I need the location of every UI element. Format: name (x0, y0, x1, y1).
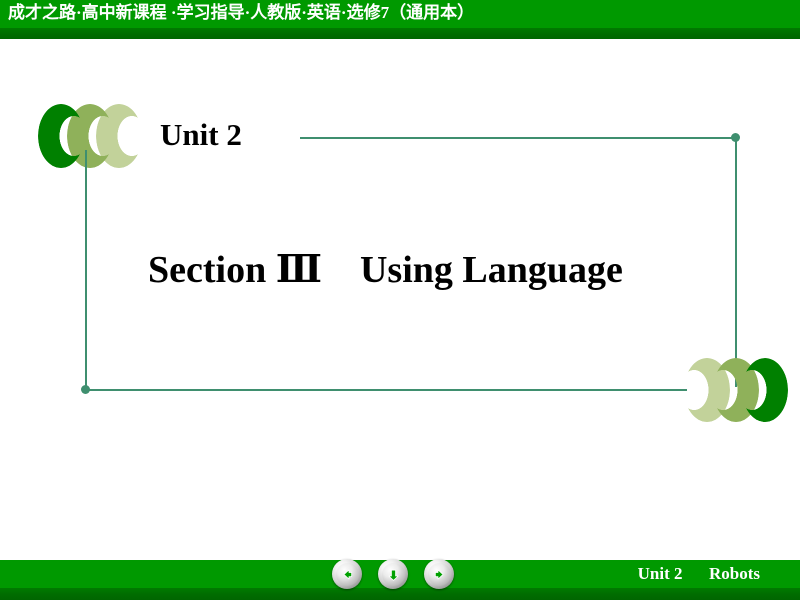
frame-line-bottom (85, 389, 687, 391)
arrow-down-icon (386, 567, 401, 582)
page-title: Section Ⅲ Using Language (148, 249, 623, 291)
frame-dot-top-right (731, 133, 740, 142)
chevron-right-dark (742, 358, 788, 422)
frame-line-right (735, 137, 737, 387)
triple-chevron-left-icon (38, 104, 158, 168)
triple-chevron-right-icon (684, 358, 800, 422)
slide-canvas: 成才之路·高中新课程 ·学习指导·人教版·英语·选修7（通用本） Unit 2 … (0, 0, 800, 600)
previous-slide-button[interactable] (332, 559, 362, 589)
previous-slide-button-face (335, 562, 359, 586)
arrow-right-icon (432, 567, 447, 582)
down-slide-button[interactable] (378, 559, 408, 589)
frame-line-top (300, 137, 737, 139)
next-slide-button[interactable] (424, 559, 454, 589)
down-slide-button-face (381, 562, 405, 586)
footer-unit-info: Unit 2 Robots (638, 560, 760, 588)
top-banner-shadow (0, 28, 800, 39)
bottom-banner-shadow (0, 588, 800, 600)
course-title-text: 成才之路·高中新课程 ·学习指导·人教版·英语·选修7（通用本） (8, 3, 475, 22)
chevron-left-dark (38, 104, 84, 168)
next-slide-button-face (427, 562, 451, 586)
arrow-left-icon (340, 567, 355, 582)
footer-unit-label: Unit 2 (637, 564, 683, 583)
frame-line-left (85, 150, 87, 390)
unit-label: Unit 2 (160, 117, 242, 152)
footer-unit-topic: Robots (708, 564, 760, 583)
frame-dot-bottom-left (81, 385, 90, 394)
